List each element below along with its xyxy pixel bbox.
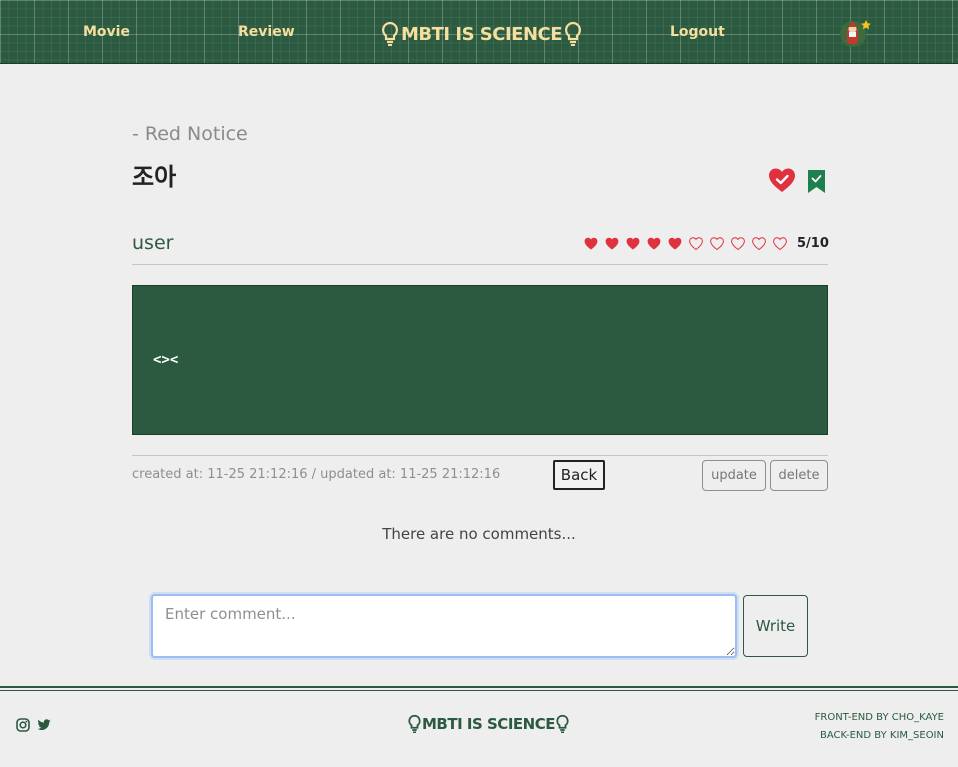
footer-social-links (16, 718, 51, 732)
heart-filled-icon (647, 237, 661, 249)
heart-empty-icon (710, 236, 724, 250)
credit-back-end: BACK-END BY KIM_SEOIN (819, 730, 944, 741)
heart-filled-icon (626, 237, 640, 249)
brand-name: MBTI IS SCIENCE (401, 23, 563, 45)
nav-link-movie[interactable]: Movie (83, 24, 130, 40)
brand-logo[interactable]: MBTI IS SCIENCE (380, 20, 583, 48)
rating-hearts: 5/10 (584, 235, 829, 251)
instagram-icon[interactable] (16, 718, 30, 732)
write-comment-button[interactable]: Write (743, 595, 808, 657)
delete-button[interactable]: delete (770, 460, 828, 491)
heart-empty-icon (731, 236, 745, 250)
update-button[interactable]: update (702, 460, 766, 491)
lightbulb-icon (408, 714, 421, 733)
footer-divider-thin (0, 690, 958, 691)
user-avatar[interactable] (838, 18, 872, 48)
heart-filled-icon (584, 237, 598, 249)
heart-filled-icon (668, 237, 682, 249)
movie-subtitle: - Red Notice (132, 123, 248, 145)
heart-empty-icon (773, 236, 787, 250)
top-navbar: Movie Review MBTI IS SCIENCE Logout (0, 0, 958, 64)
like-heart-icon[interactable] (768, 167, 796, 193)
back-button[interactable]: Back (553, 460, 605, 490)
rating-label: 5/10 (797, 235, 829, 251)
twitter-icon[interactable] (37, 718, 51, 732)
footer-divider (0, 686, 958, 688)
bookmark-check-icon[interactable] (807, 169, 826, 194)
heart-empty-icon (752, 236, 766, 250)
review-content: <>< (153, 352, 179, 368)
review-author: user (132, 232, 174, 254)
comment-input[interactable] (151, 594, 737, 658)
no-comments-message: There are no comments... (382, 525, 576, 543)
heart-empty-icon (689, 236, 703, 250)
credit-front-end: FRONT-END BY CHO_KAYE (814, 712, 944, 723)
review-content-box: <>< (132, 285, 828, 435)
footer-credits: FRONT-END BY CHO_KAYE BACK-END BY KIM_SE… (815, 709, 944, 745)
content-divider (132, 455, 828, 456)
nav-link-review[interactable]: Review (238, 24, 295, 40)
hearts-container (584, 236, 794, 250)
lightbulb-icon (556, 714, 569, 733)
lightbulb-icon (565, 21, 582, 46)
lightbulb-icon (381, 21, 399, 46)
footer-brand: MBTI IS SCIENCE (407, 713, 570, 735)
footer-brand-name: MBTI IS SCIENCE (422, 715, 555, 733)
heart-filled-icon (605, 237, 619, 249)
review-timestamps: created at: 11-25 21:12:16 / updated at:… (132, 467, 501, 482)
nav-link-logout[interactable]: Logout (670, 24, 725, 40)
review-title: 조아 (132, 163, 177, 191)
header-divider (132, 264, 828, 265)
